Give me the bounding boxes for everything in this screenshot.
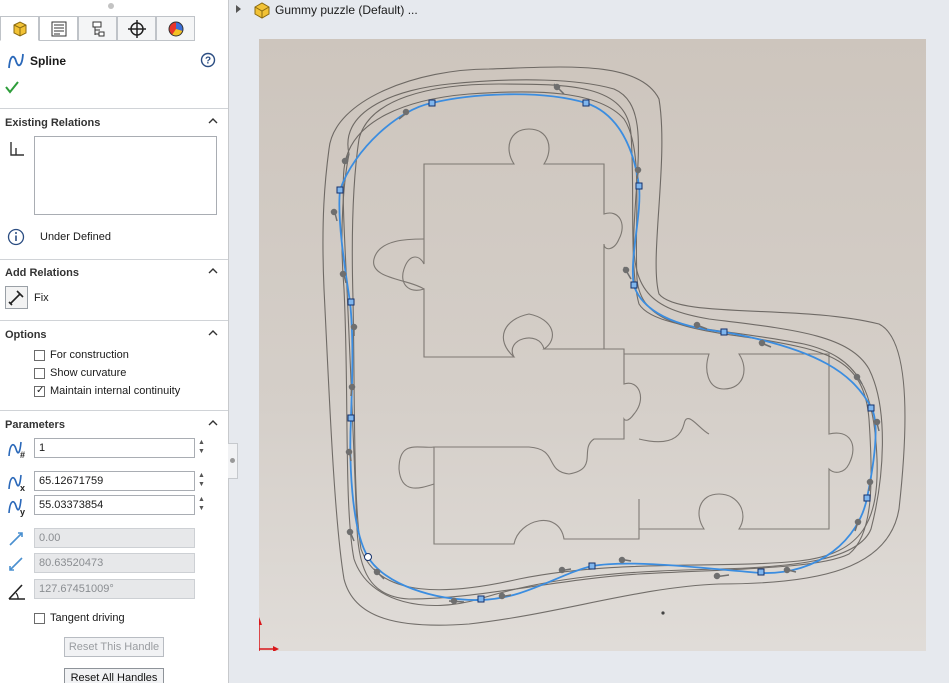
configuration-manager-icon [92, 21, 105, 37]
parameters-title: Parameters [5, 419, 65, 431]
for-construction-checkbox[interactable] [34, 350, 45, 361]
appearance-icon [168, 21, 184, 37]
page-title: Spline [30, 54, 67, 68]
spline-point[interactable] [867, 404, 875, 412]
tangent-angle-field[interactable]: 127.67451009° [34, 579, 195, 599]
maintain-continuity-label: Maintain internal continuity [50, 385, 181, 397]
collapse-add-relations-icon[interactable] [207, 266, 219, 276]
existing-relations-list[interactable] [34, 136, 217, 215]
tab-feature-manager[interactable] [0, 16, 39, 41]
help-icon[interactable]: ? [200, 52, 216, 68]
tab-configuration-manager[interactable] [78, 16, 117, 41]
tangent-weight-2-field[interactable]: 80.63520473 [34, 553, 195, 573]
tangent-driving-label: Tangent driving [50, 612, 125, 624]
feature-manager-icon [13, 21, 27, 37]
spline-point[interactable] [428, 99, 436, 107]
tab-dimxpert-manager[interactable] [117, 16, 156, 41]
fix-relation-label: Fix [34, 292, 49, 304]
point-number-spinner[interactable]: ▲ ▼ [196, 438, 208, 458]
y-coordinate-field[interactable]: 55.03373854 [34, 495, 195, 515]
reset-this-handle-button[interactable]: Reset This Handle [64, 637, 164, 657]
property-manager-icon [51, 21, 67, 37]
reset-all-handles-button[interactable]: Reset All Handles [64, 668, 164, 683]
selected-spline-point[interactable] [364, 553, 372, 561]
point-number-field[interactable]: 1 [34, 438, 195, 458]
tab-display-manager[interactable] [156, 16, 195, 41]
add-relations-title: Add Relations [5, 267, 79, 279]
spline-point[interactable] [347, 414, 355, 422]
spline-point[interactable] [582, 99, 590, 107]
tangent-weight-2-icon [9, 557, 23, 571]
separator [0, 410, 228, 411]
separator [0, 259, 228, 260]
separator [0, 108, 228, 109]
tangent-weight-1-icon [9, 532, 23, 546]
svg-text:y: y [20, 507, 25, 517]
checkmark-icon: ✓ [36, 385, 45, 396]
show-curvature-label: Show curvature [50, 367, 127, 379]
anchor-icon [8, 290, 24, 306]
x-coordinate-field[interactable]: 65.12671759 [34, 471, 195, 491]
tangent-angle-icon [8, 584, 25, 600]
y-coordinate-spinner[interactable]: ▲ ▼ [196, 495, 208, 515]
spline-point[interactable] [757, 568, 765, 576]
show-curvature-checkbox[interactable] [34, 368, 45, 379]
spline-point[interactable] [720, 328, 728, 336]
collapse-existing-relations-icon[interactable] [207, 116, 219, 126]
origin-point [661, 611, 665, 615]
sketch-paper [259, 39, 926, 651]
spline-point[interactable] [347, 298, 355, 306]
existing-relations-title: Existing Relations [5, 117, 101, 129]
maintain-continuity-checkbox[interactable]: ✓ [34, 385, 45, 397]
options-title: Options [5, 329, 47, 341]
spline-point[interactable] [863, 494, 871, 502]
for-construction-label: For construction [50, 349, 129, 361]
tangent-driving-checkbox[interactable] [34, 613, 45, 624]
x-coordinate-spinner[interactable]: ▲ ▼ [196, 471, 208, 491]
spline-point[interactable] [477, 595, 485, 603]
y-coordinate-icon: y [8, 498, 25, 517]
panel-collapse-handle[interactable] [228, 443, 238, 479]
part-name[interactable]: Gummy puzzle (Default) ... [275, 3, 418, 17]
status-text: Under Defined [40, 231, 111, 243]
spline-point[interactable] [588, 562, 596, 570]
crosshair-icon [128, 20, 146, 38]
spline-point-number-icon: # [8, 441, 25, 460]
separator [0, 320, 228, 321]
collapse-options-icon[interactable] [207, 328, 219, 338]
spline-point[interactable] [630, 281, 638, 289]
part-icon [254, 2, 270, 19]
ok-check-icon[interactable] [4, 79, 20, 95]
fix-relation-button[interactable] [5, 286, 28, 309]
svg-text:?: ? [205, 56, 211, 67]
x-coordinate-icon: x [8, 474, 25, 493]
sketch-picture[interactable] [259, 39, 926, 651]
collapse-parameters-icon[interactable] [207, 418, 219, 428]
relations-icon [10, 142, 24, 156]
tangent-weight-1-field[interactable]: 0.00 [34, 528, 195, 548]
manager-tabs [0, 16, 228, 42]
info-icon [7, 228, 25, 246]
tab-property-manager[interactable] [39, 16, 78, 41]
spline-icon [8, 53, 24, 69]
panel-grip[interactable] [108, 3, 114, 9]
spline-point[interactable] [635, 182, 643, 190]
svg-text:#: # [20, 450, 25, 460]
expand-arrow-icon[interactable] [236, 5, 241, 13]
property-manager: Spline ? Existing Relations Under Define… [0, 0, 229, 683]
spline-point[interactable] [336, 186, 344, 194]
svg-text:x: x [20, 483, 25, 493]
